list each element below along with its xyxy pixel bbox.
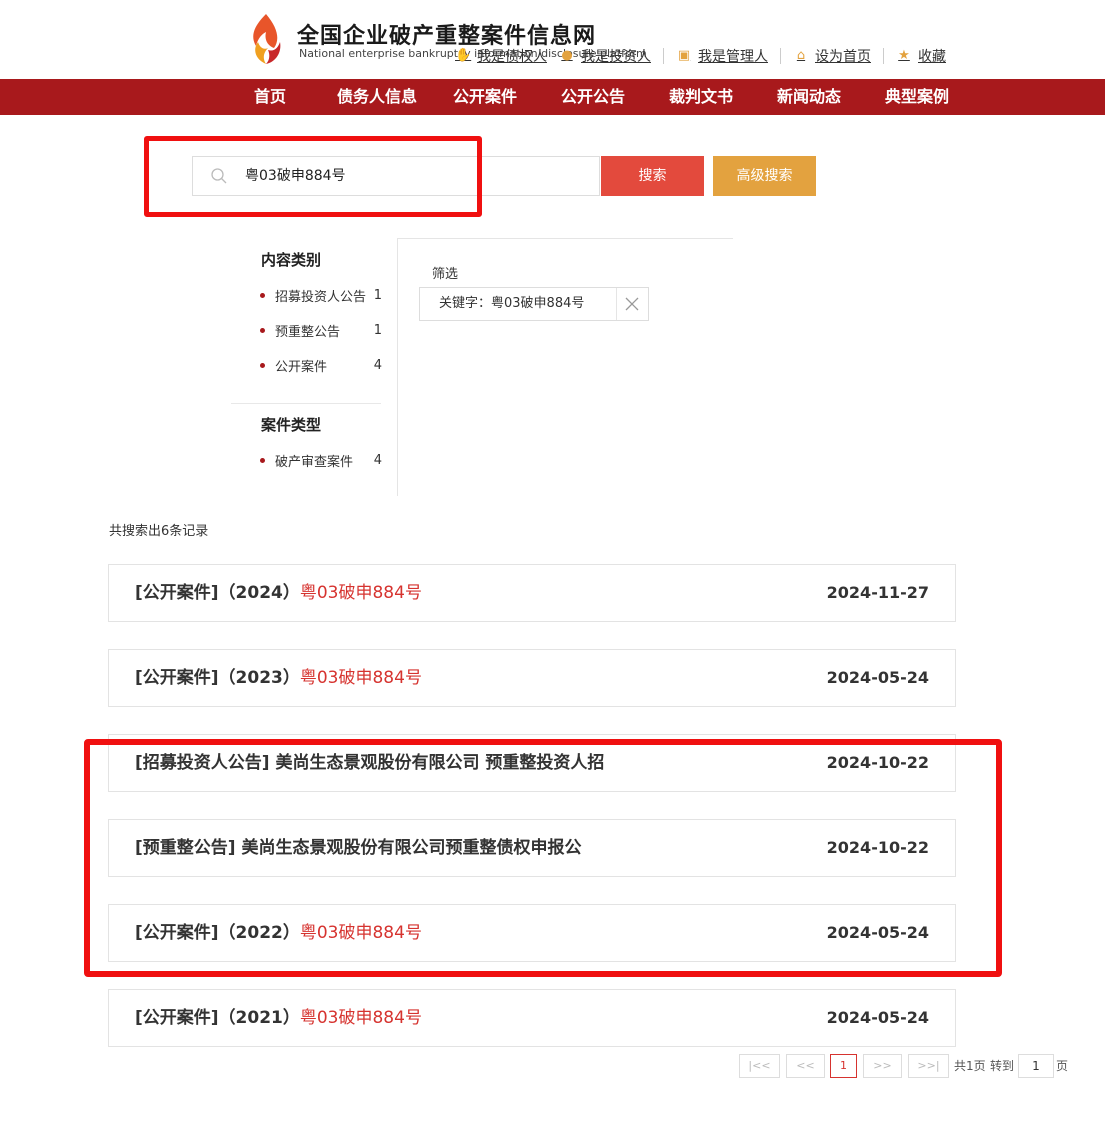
first-page-button[interactable]: |<< xyxy=(739,1054,780,1078)
sidebar-item-label: 公开案件 xyxy=(275,360,328,375)
creditor-link[interactable]: ✋ 我是债权人 xyxy=(455,46,547,66)
nav-item-typical-cases[interactable]: 典型案例 xyxy=(885,79,949,115)
divider xyxy=(663,48,664,64)
sidebar-item-count: 4 xyxy=(373,358,382,373)
total-pages-text: 共1页 xyxy=(954,1059,986,1073)
bullet-icon xyxy=(260,328,265,333)
favorite-link[interactable]: ★ 收藏 xyxy=(896,46,946,66)
close-icon[interactable] xyxy=(623,295,641,313)
sidebar-item-label: 预重整公告 xyxy=(275,325,341,340)
result-date: 2024-11-27 xyxy=(826,583,929,602)
filter-chip: 关键字：粤03破申884号 xyxy=(419,287,649,321)
result-row[interactable]: [公开案件]（2024）粤03破申884号 2024-11-27 xyxy=(108,564,956,622)
advanced-search-button[interactable]: 高级搜索 xyxy=(713,156,816,196)
investor-link[interactable]: ● 我是投资人 xyxy=(559,46,651,66)
sidebar-item-bankruptcy-review[interactable]: 破产审查案件 4 xyxy=(260,451,382,470)
annotation-box-results xyxy=(84,739,1002,977)
top-links: ✋ 我是债权人 ● 我是投资人 ▣ 我是管理人 ⌂ 设为首页 ★ 收藏 xyxy=(455,46,958,66)
case-type-heading: 案件类型 xyxy=(261,416,322,434)
favorite-label: 收藏 xyxy=(918,49,946,65)
result-count: 共搜索出6条记录 xyxy=(109,524,209,539)
divider xyxy=(883,48,884,64)
panel-border xyxy=(397,238,398,496)
next-page-button[interactable]: >> xyxy=(863,1054,902,1078)
manager-link-label: 我是管理人 xyxy=(698,49,768,65)
result-prefix: [公开案件]（2024） xyxy=(135,583,300,603)
result-prefix: [公开案件]（2021） xyxy=(135,1008,300,1028)
main-nav: 首页 债务人信息 公开案件 公开公告 裁判文书 新闻动态 典型案例 xyxy=(0,79,1105,115)
badge-icon: ▣ xyxy=(677,48,691,63)
goto-page-input[interactable]: 1 xyxy=(1018,1054,1054,1078)
set-homepage-label: 设为首页 xyxy=(815,49,871,65)
divider xyxy=(780,48,781,64)
last-page-button[interactable]: >>| xyxy=(908,1054,949,1078)
divider xyxy=(616,288,617,320)
search-button[interactable]: 搜索 xyxy=(601,156,704,196)
page-suffix: 页 xyxy=(1056,1059,1069,1073)
filter-label: 筛选 xyxy=(432,267,459,282)
nav-item-home[interactable]: 首页 xyxy=(254,79,286,115)
prev-page-button[interactable]: << xyxy=(786,1054,825,1078)
result-prefix: [公开案件]（2023） xyxy=(135,668,300,688)
coin-icon: ● xyxy=(561,48,573,63)
result-highlight: 粤03破申884号 xyxy=(299,583,422,603)
sidebar-item-count: 1 xyxy=(373,288,382,303)
star-icon: ★ xyxy=(898,48,910,63)
sidebar-item-label: 破产审查案件 xyxy=(275,455,354,470)
investor-link-label: 我是投资人 xyxy=(581,49,651,65)
result-row[interactable]: [公开案件]（2021）粤03破申884号 2024-05-24 xyxy=(108,989,956,1047)
bullet-icon xyxy=(260,363,265,368)
sidebar-item-count: 4 xyxy=(373,453,382,468)
panel-border xyxy=(397,238,733,239)
result-title: [公开案件]（2023）粤03破申884号 xyxy=(135,650,422,706)
result-highlight: 粤03破申884号 xyxy=(299,1008,422,1028)
nav-item-public-cases[interactable]: 公开案件 xyxy=(453,79,517,115)
set-homepage-link[interactable]: ⌂ 设为首页 xyxy=(793,46,871,66)
result-title: [公开案件]（2021）粤03破申884号 xyxy=(135,990,422,1046)
nav-item-judgments[interactable]: 裁判文书 xyxy=(669,79,733,115)
page-button-current[interactable]: 1 xyxy=(830,1054,857,1078)
sidebar-item-label: 招募投资人公告 xyxy=(275,290,367,305)
result-date: 2024-05-24 xyxy=(826,1008,929,1027)
result-row[interactable]: [公开案件]（2023）粤03破申884号 2024-05-24 xyxy=(108,649,956,707)
result-date: 2024-05-24 xyxy=(826,668,929,687)
nav-item-public-notices[interactable]: 公开公告 xyxy=(561,79,625,115)
creditor-link-label: 我是债权人 xyxy=(477,49,547,65)
nav-item-news[interactable]: 新闻动态 xyxy=(777,79,841,115)
bullet-icon xyxy=(260,293,265,298)
annotation-box-search xyxy=(144,136,482,217)
sidebar-item-investor-notice[interactable]: 招募投资人公告 1 xyxy=(260,286,382,305)
bullet-icon xyxy=(260,458,265,463)
content-category-heading: 内容类别 xyxy=(261,251,322,269)
manager-link[interactable]: ▣ 我是管理人 xyxy=(676,46,768,66)
handshake-icon: ✋ xyxy=(455,48,472,63)
result-highlight: 粤03破申884号 xyxy=(299,668,422,688)
sidebar-item-count: 1 xyxy=(373,323,382,338)
home-icon: ⌂ xyxy=(796,48,806,63)
site-logo-icon xyxy=(253,14,281,64)
result-title: [公开案件]（2024）粤03破申884号 xyxy=(135,565,422,621)
sidebar-item-public-cases[interactable]: 公开案件 4 xyxy=(260,356,382,375)
goto-label: 转到 xyxy=(990,1059,1015,1073)
sidebar-divider xyxy=(231,403,381,404)
sidebar-item-pre-restructuring[interactable]: 预重整公告 1 xyxy=(260,321,382,340)
nav-item-debtor-info[interactable]: 债务人信息 xyxy=(337,79,417,115)
filter-chip-label: 关键字：粤03破申884号 xyxy=(439,296,585,311)
